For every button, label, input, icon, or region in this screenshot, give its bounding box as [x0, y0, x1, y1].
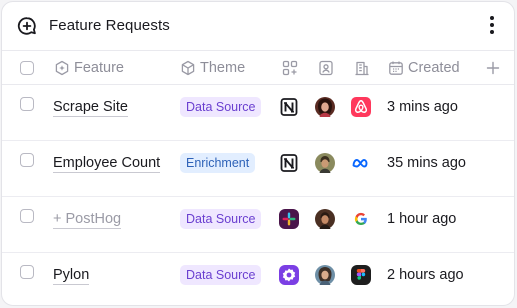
avatar-woman-icon — [315, 97, 335, 117]
feature-requests-card: Feature Requests Feature Theme Created S… — [1, 1, 515, 306]
plus-icon[interactable] — [486, 61, 500, 75]
chat-plus-icon — [17, 17, 36, 35]
row-checkbox[interactable] — [20, 97, 34, 111]
row-checkbox[interactable] — [20, 265, 34, 279]
theme-badge: Data Source — [180, 265, 262, 285]
table-row[interactable]: Employee Count Enrichment 35 mins ago — [2, 141, 514, 197]
figma-icon — [351, 265, 371, 285]
card-title: Feature Requests — [49, 17, 170, 34]
card-header: Feature Requests — [2, 2, 514, 50]
avatar-woman-icon — [315, 265, 335, 285]
row-checkbox[interactable] — [20, 209, 34, 223]
calendar-icon — [389, 61, 403, 75]
created-time: 1 hour ago — [387, 211, 457, 227]
created-time: 2 hours ago — [387, 267, 464, 283]
apps-grid-icon — [282, 60, 298, 76]
meta-icon — [352, 159, 368, 168]
airbnb-icon — [351, 97, 371, 117]
column-theme[interactable]: Theme — [200, 60, 245, 76]
table-row[interactable]: Scrape Site Data Source 3 mins ago — [2, 85, 514, 141]
notion-icon — [280, 98, 298, 116]
column-header-row: Feature Theme Created — [2, 50, 514, 85]
table-row[interactable]: Pylon Data Source 2 hours ago — [2, 253, 514, 305]
theme-badge: Data Source — [180, 97, 262, 117]
column-created[interactable]: Created — [408, 60, 460, 76]
feature-name[interactable]: Scrape Site — [53, 99, 128, 117]
sparkle-box-icon — [55, 60, 69, 76]
google-icon — [354, 212, 367, 226]
created-time: 35 mins ago — [387, 155, 466, 171]
select-all-checkbox[interactable] — [20, 61, 34, 75]
contact-card-icon — [319, 60, 333, 76]
avatar-man-icon — [315, 209, 335, 229]
feature-name[interactable]: + PostHog — [53, 211, 122, 229]
building-icon — [355, 61, 369, 76]
row-checkbox[interactable] — [20, 153, 34, 167]
cube-icon — [181, 60, 195, 76]
column-feature[interactable]: Feature — [74, 60, 124, 76]
notion-icon — [280, 154, 298, 172]
vertical-dots-icon[interactable] — [488, 16, 496, 36]
avatar-man-icon — [315, 153, 335, 173]
slack-icon — [279, 209, 299, 229]
table-row[interactable]: + PostHog Data Source 1 hour ago — [2, 197, 514, 253]
pylon-icon — [279, 265, 299, 285]
feature-name[interactable]: Pylon — [53, 267, 90, 285]
feature-name[interactable]: Employee Count — [53, 155, 161, 173]
theme-badge: Data Source — [180, 209, 262, 229]
created-time: 3 mins ago — [387, 99, 458, 115]
theme-badge: Enrichment — [180, 153, 256, 173]
